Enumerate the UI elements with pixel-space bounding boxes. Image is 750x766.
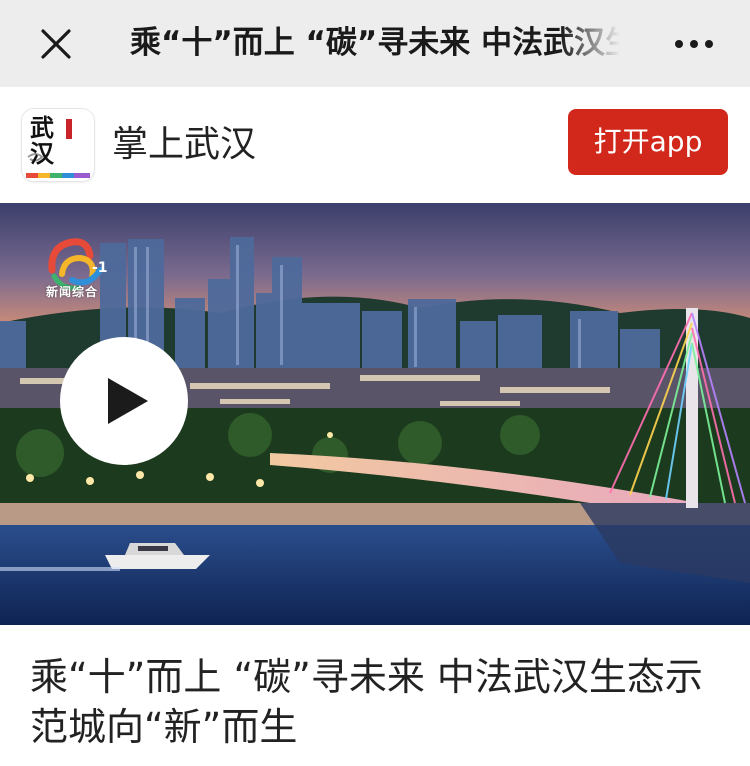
more-button[interactable]: [668, 22, 720, 66]
article-headline: 乘“十”而上 “碳”寻未来 中法武汉生态示范城向“新”而生: [30, 655, 703, 749]
channel-label: 新闻综合: [46, 285, 99, 299]
close-icon: [41, 29, 71, 59]
app-logo[interactable]: 武汉: [22, 109, 94, 181]
app-logo-text: 武汉: [30, 113, 54, 168]
app-banner: 武汉 掌上武汉 打开app: [0, 87, 750, 203]
close-button[interactable]: [30, 18, 82, 70]
top-nav-bar: 乘“十”而上 “碳”寻未来 中法武汉生态示范城向“新”而生: [0, 0, 750, 87]
channel-badge: -1: [92, 260, 108, 276]
open-app-button[interactable]: 打开app: [568, 109, 728, 175]
app-name: 掌上武汉: [112, 124, 257, 165]
play-icon: [108, 378, 148, 424]
more-horizontal-icon: [675, 40, 713, 48]
page-title: 乘“十”而上 “碳”寻未来 中法武汉生态示范城向“新”而生: [130, 25, 620, 61]
play-button[interactable]: [60, 337, 188, 465]
video-player[interactable]: -1 新闻综合: [0, 203, 750, 625]
